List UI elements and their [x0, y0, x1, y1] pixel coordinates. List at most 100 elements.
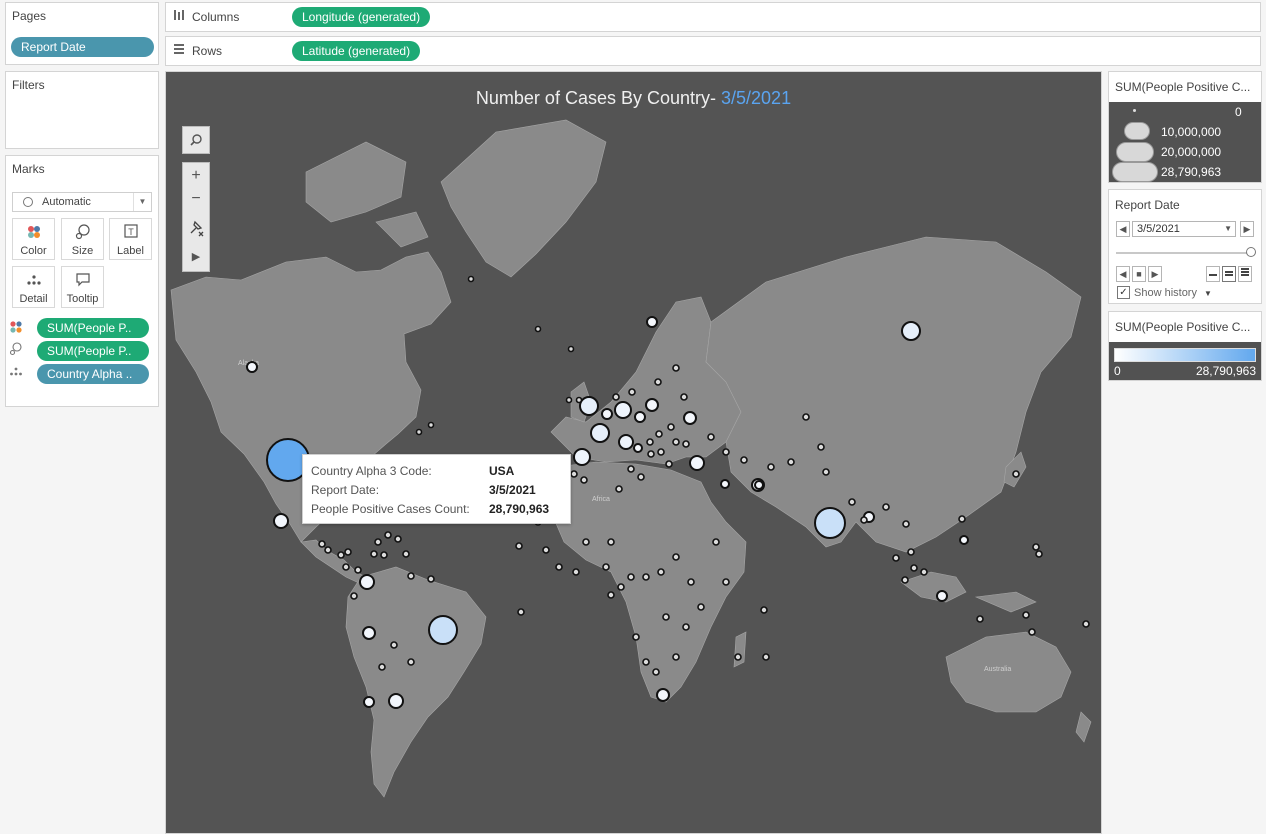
- tooltip-row-country: Country Alpha 3 Code: USA: [311, 462, 571, 480]
- bubble-argentina[interactable]: [388, 693, 404, 709]
- tooltip-button[interactable]: Tooltip: [61, 266, 104, 308]
- columns-shelf[interactable]: Columns Longitude (generated): [165, 2, 1261, 32]
- color-icon: [13, 224, 54, 240]
- detail-icon: [13, 272, 54, 288]
- speed-slow-icon: [1209, 274, 1217, 276]
- bubble-germany[interactable]: [614, 401, 632, 419]
- marks-card: Marks Automatic ▼ Color Size T Label Det…: [5, 155, 159, 407]
- bubble-poland[interactable]: [645, 398, 659, 412]
- color-legend-min: 0: [1114, 364, 1121, 378]
- report-date-pill[interactable]: Report Date: [11, 37, 154, 57]
- size-icon: [62, 224, 103, 240]
- size-button[interactable]: Size: [61, 218, 104, 260]
- longitude-pill[interactable]: Longitude (generated): [292, 7, 431, 27]
- detail-button[interactable]: Detail: [12, 266, 55, 308]
- color-button[interactable]: Color: [12, 218, 55, 260]
- size-swatch: [1116, 142, 1154, 162]
- detail-field-pill[interactable]: Country Alpha ..: [37, 364, 149, 384]
- search-icon: [190, 134, 202, 146]
- bubble-peru[interactable]: [362, 626, 376, 640]
- bubble-greece[interactable]: [633, 443, 643, 453]
- bubble-indonesia[interactable]: [936, 590, 948, 602]
- bubble-mexico[interactable]: [273, 513, 289, 529]
- color-gradient-bar: [1114, 348, 1256, 362]
- map-view[interactable]: Alaska Africa Australia: [165, 71, 1102, 834]
- size-legend-item: 0: [1109, 102, 1261, 122]
- page-value-dropdown[interactable]: 3/5/2021 ▼: [1132, 221, 1236, 237]
- size-field-pill[interactable]: SUM(People P..: [37, 341, 149, 361]
- tooltip-label: Tooltip: [66, 293, 99, 305]
- size-swatch: [1112, 162, 1158, 182]
- bubble-france[interactable]: [590, 423, 610, 443]
- size-icon: [8, 342, 24, 358]
- tooltip-value: USA: [489, 464, 515, 478]
- bubble-chile[interactable]: [363, 696, 375, 708]
- svg-text:T: T: [128, 227, 134, 237]
- zoom-out-button[interactable]: −: [183, 188, 209, 213]
- size-legend[interactable]: SUM(People Positive C... 0 10,000,000 20…: [1108, 71, 1262, 183]
- unpin-icon: [190, 220, 204, 237]
- page-slider-handle[interactable]: [1246, 247, 1256, 257]
- bubble-south-africa[interactable]: [656, 688, 670, 702]
- size-swatch: [1124, 122, 1150, 140]
- bubble-netherlands[interactable]: [601, 408, 613, 420]
- size-legend-item: 10,000,000: [1109, 122, 1261, 142]
- bubble-czechia[interactable]: [634, 411, 646, 423]
- tooltip-key: People Positive Cases Count:: [311, 502, 470, 516]
- play-forward-button[interactable]: ▶: [1148, 266, 1162, 282]
- page-control-title: Report Date: [1115, 198, 1180, 212]
- speed-fast-button[interactable]: [1238, 266, 1252, 282]
- circle-icon: [23, 197, 33, 207]
- color-legend[interactable]: SUM(People Positive C... 0 28,790,963: [1108, 311, 1262, 381]
- report-date-page-control: Report Date ◀ 3/5/2021 ▼ ▶ ◀ ■ ▶ ✓ Show …: [1108, 189, 1262, 304]
- stop-button[interactable]: ■: [1132, 266, 1146, 282]
- size-legend-title: SUM(People Positive C...: [1115, 80, 1251, 94]
- label-button[interactable]: T Label: [109, 218, 152, 260]
- bubble-colombia[interactable]: [359, 574, 375, 590]
- tooltip-key: Country Alpha 3 Code:: [311, 464, 432, 478]
- columns-icon: [173, 9, 187, 25]
- latitude-pill[interactable]: Latitude (generated): [292, 41, 421, 61]
- zoom-in-button[interactable]: +: [183, 163, 209, 188]
- bubble-iraq[interactable]: [754, 480, 764, 490]
- bubble-italy[interactable]: [618, 434, 634, 450]
- chevron-down-icon: ▼: [1224, 224, 1232, 233]
- color-field-pill[interactable]: SUM(People P..: [37, 318, 149, 338]
- expand-toolbar-button[interactable]: ▶: [183, 243, 209, 271]
- bubble-sweden[interactable]: [646, 316, 658, 328]
- columns-label: Columns: [192, 10, 240, 24]
- size-label: Size: [71, 245, 94, 257]
- page-slider-track[interactable]: [1116, 252, 1250, 254]
- size-legend-header: SUM(People Positive C...: [1109, 72, 1261, 102]
- map-search-button[interactable]: [182, 126, 210, 154]
- bubble-uk[interactable]: [579, 396, 599, 416]
- size-legend-label: 0: [1235, 105, 1242, 119]
- rows-icon: [173, 43, 187, 59]
- chevron-down-icon[interactable]: ▼: [1204, 289, 1212, 298]
- bubble-canada[interactable]: [246, 361, 258, 373]
- speed-medium-button[interactable]: [1222, 266, 1236, 282]
- reset-map-button[interactable]: [183, 213, 209, 243]
- filters-card[interactable]: Filters: [5, 71, 159, 149]
- usa-tooltip: Country Alpha 3 Code: USA Report Date: 3…: [302, 454, 571, 524]
- next-page-button[interactable]: ▶: [1240, 221, 1254, 237]
- bubble-ukraine[interactable]: [683, 411, 697, 425]
- bubble-brazil[interactable]: [428, 615, 458, 645]
- rows-label: Rows: [192, 44, 223, 58]
- bubble-india[interactable]: [814, 507, 846, 539]
- speed-fast-icon: [1241, 268, 1249, 276]
- color-legend-body: 0 28,790,963: [1109, 342, 1261, 380]
- bubble-israel[interactable]: [720, 479, 730, 489]
- bubble-spain[interactable]: [573, 448, 591, 466]
- speed-slow-button[interactable]: [1206, 266, 1220, 282]
- bubble-philippines[interactable]: [959, 535, 969, 545]
- mark-type-dropdown[interactable]: Automatic ▼: [12, 192, 152, 212]
- bubble-turkey[interactable]: [689, 455, 705, 471]
- bubble-russia[interactable]: [901, 321, 921, 341]
- show-history-checkbox[interactable]: ✓: [1117, 286, 1130, 299]
- previous-page-button[interactable]: ◀: [1116, 221, 1130, 237]
- rows-shelf[interactable]: Rows Latitude (generated): [165, 36, 1261, 66]
- show-history-label[interactable]: Show history: [1134, 287, 1197, 299]
- play-backward-button[interactable]: ◀: [1116, 266, 1130, 282]
- color-label: Color: [20, 245, 47, 257]
